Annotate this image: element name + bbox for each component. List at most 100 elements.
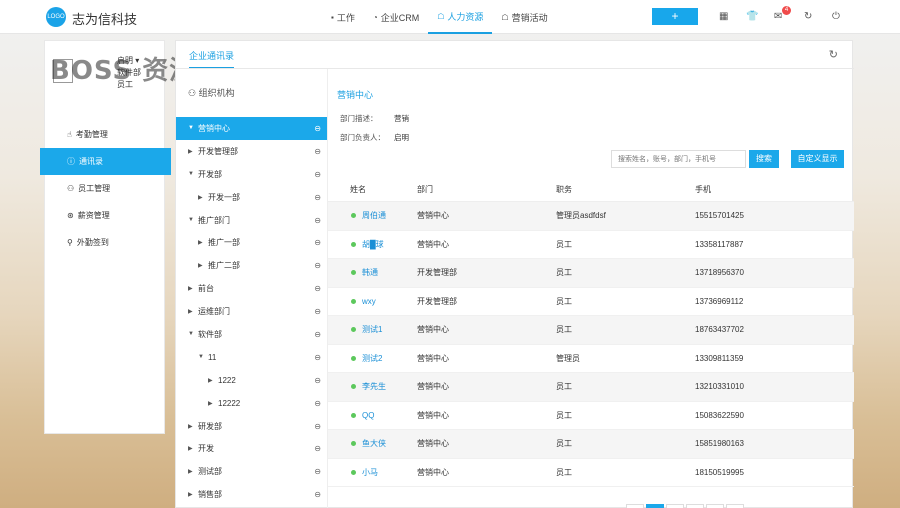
page-4[interactable] — [706, 504, 724, 508]
caret-right-icon[interactable]: ▶ — [198, 262, 208, 269]
tree-node[interactable]: ▼ 开发部 ⊖ — [176, 163, 327, 186]
mail-icon[interactable]: ✉ — [774, 10, 782, 24]
table-row[interactable]: 小马 营销中心 员工 18150519995 — [328, 459, 854, 487]
table-cell[interactable]: 小马 — [328, 467, 417, 478]
node-menu-icon[interactable]: ⊖ — [314, 444, 321, 453]
power-icon[interactable]: ⏻ — [832, 10, 840, 24]
tree-node[interactable]: ▶ 测试部 ⊖ — [176, 460, 327, 483]
caret-down-icon[interactable]: ▼ — [188, 171, 198, 177]
node-menu-icon[interactable]: ⊖ — [314, 284, 321, 293]
caret-right-icon[interactable]: ▶ — [188, 445, 198, 452]
nav-item-1[interactable]: ◔ 企业CRM — [364, 0, 428, 34]
node-menu-icon[interactable]: ⊖ — [314, 376, 321, 385]
add-button[interactable]: + — [652, 8, 698, 25]
table-row[interactable]: 李先生 营销中心 员工 13210331010 — [328, 373, 854, 402]
caret-down-icon[interactable]: ▼ — [188, 217, 198, 223]
node-menu-icon[interactable]: ⊖ — [314, 399, 321, 408]
node-menu-icon[interactable]: ⊖ — [314, 330, 321, 339]
caret-right-icon[interactable]: ▶ — [188, 491, 198, 498]
node-menu-icon[interactable]: ⊖ — [314, 261, 321, 270]
caret-right-icon[interactable]: ▶ — [188, 468, 198, 475]
tree-node[interactable]: ▼ 推广部门 ⊖ — [176, 209, 327, 232]
tree-node[interactable]: ▼ 软件部 ⊖ — [176, 323, 327, 346]
custom-display-button[interactable]: 自定义显示 — [791, 150, 844, 168]
table-cell[interactable]: 测试2 — [328, 353, 417, 364]
sidebar-item-3[interactable]: ⊛ 薪资管理 — [45, 202, 166, 229]
node-menu-icon[interactable]: ⊖ — [314, 422, 321, 431]
table-row[interactable]: 周伯通 营销中心 管理员asdfdsf 15515701425 — [328, 202, 854, 231]
nav-item-0[interactable]: ▪ 工作 — [322, 0, 364, 34]
contacts-table: 姓名 部门 职务 手机 周伯通 营销中心 管理员asdfdsf 15515701425 胡█球营… — [328, 178, 854, 487]
page-2[interactable] — [666, 504, 684, 508]
tree-node[interactable]: ▶ 推广二部 ⊖ — [176, 254, 327, 277]
table-cell[interactable]: 李先生 — [328, 381, 417, 392]
table-row[interactable]: 韩通 开发管理部 员工 13718956370 — [328, 259, 854, 288]
caret-right-icon[interactable]: ▶ — [188, 423, 198, 430]
table-cell[interactable]: 韩通 — [328, 267, 417, 278]
tree-node[interactable]: ▶ 开发管理部 ⊖ — [176, 140, 327, 163]
tree-node[interactable]: ▶ 运维部门 ⊖ — [176, 300, 327, 323]
node-menu-icon[interactable]: ⊖ — [314, 307, 321, 316]
page-3[interactable] — [686, 504, 704, 508]
page-next[interactable] — [726, 504, 744, 508]
sidebar-item-0[interactable]: ☝ 考勤管理 — [45, 121, 166, 148]
caret-right-icon[interactable]: ▶ — [188, 308, 198, 315]
node-menu-icon[interactable]: ⊖ — [314, 170, 321, 179]
node-menu-icon[interactable]: ⊖ — [314, 147, 321, 156]
node-menu-icon[interactable]: ⊖ — [314, 216, 321, 225]
table-row[interactable]: 鱼大侠 营销中心 员工 15851980163 — [328, 430, 854, 459]
node-menu-icon[interactable]: ⊖ — [314, 490, 321, 499]
caret-right-icon[interactable]: ▶ — [208, 377, 218, 384]
node-menu-icon[interactable]: ⊖ — [314, 193, 321, 202]
refresh-icon[interactable]: ↻ — [804, 10, 812, 24]
table-cell[interactable]: 胡█球 — [328, 239, 417, 250]
table-cell[interactable]: 周伯通 — [328, 210, 417, 221]
caret-down-icon[interactable]: ▼ — [188, 331, 198, 337]
node-menu-icon[interactable]: ⊖ — [314, 238, 321, 247]
tree-node[interactable]: ▶ 研发部 ⊖ — [176, 415, 327, 438]
table-row[interactable]: 胡█球 营销中心 员工 13358117887 — [328, 231, 854, 259]
sidebar-item-1[interactable]: ⓘ 通讯录 — [40, 148, 171, 175]
tree-node[interactable]: ▶ 销售部 ⊖ — [176, 483, 327, 506]
caret-right-icon[interactable]: ▶ — [188, 285, 198, 292]
caret-right-icon[interactable]: ▶ — [198, 194, 208, 201]
sidebar-item-4[interactable]: ⚲ 外勤签到 — [45, 229, 166, 256]
nav-item-2[interactable]: ☖ 人力资源 — [428, 0, 493, 34]
tree-node[interactable]: ▶ 1222 ⊖ — [176, 369, 327, 392]
table-row[interactable]: QQ 营销中心 员工 15083622590 — [328, 402, 854, 430]
page-prev[interactable] — [626, 504, 644, 508]
table-cell[interactable]: 鱼大侠 — [328, 438, 417, 449]
shirt-icon[interactable]: 👕 — [746, 10, 758, 24]
table-cell[interactable]: wxy — [328, 297, 417, 306]
qrcode-icon[interactable]: ▦ — [719, 10, 728, 24]
sidebar-item-2[interactable]: ⚇ 员工管理 — [45, 175, 166, 202]
page-1[interactable] — [646, 504, 664, 508]
tree-node[interactable]: ▼ 营销中心 ⊖ — [176, 117, 327, 140]
tree-node[interactable]: ▶ 前台 ⊖ — [176, 277, 327, 300]
caret-right-icon[interactable]: ▶ — [188, 148, 198, 155]
node-menu-icon[interactable]: ⊖ — [314, 467, 321, 476]
caret-right-icon[interactable]: ▶ — [208, 400, 218, 407]
company-logo[interactable]: LOGO — [46, 7, 66, 27]
caret-down-icon[interactable]: ▼ — [188, 125, 198, 131]
tree-node[interactable]: ▶ 推广一部 ⊖ — [176, 231, 327, 254]
node-menu-icon[interactable]: ⊖ — [314, 124, 321, 133]
table-cell: 15515701425 — [695, 211, 815, 220]
table-cell[interactable]: QQ — [328, 411, 417, 420]
nav-item-3[interactable]: ☖ 营销活动 — [492, 0, 556, 34]
table-cell[interactable]: 测试1 — [328, 324, 417, 335]
tree-node[interactable]: ▼ 11 ⊖ — [176, 346, 327, 369]
tree-node[interactable]: ▶ 开发 ⊖ — [176, 437, 327, 460]
table-row[interactable]: wxy 开发管理部 员工 13736969112 — [328, 288, 854, 316]
tab-contacts[interactable]: 企业通讯录 — [189, 49, 235, 69]
caret-right-icon[interactable]: ▶ — [198, 239, 208, 246]
search-input[interactable] — [611, 150, 746, 168]
tree-node[interactable]: ▶ 12222 ⊖ — [176, 392, 327, 415]
table-row[interactable]: 测试1 营销中心 员工 18763437702 — [328, 316, 854, 345]
tree-node[interactable]: ▶ 开发一部 ⊖ — [176, 186, 327, 209]
table-row[interactable]: 测试2 营销中心 管理员 13309811359 — [328, 345, 854, 373]
caret-down-icon[interactable]: ▼ — [198, 354, 208, 360]
node-menu-icon[interactable]: ⊖ — [314, 353, 321, 362]
reload-icon[interactable]: ↻ — [829, 48, 838, 61]
search-button[interactable]: 搜索 — [749, 150, 779, 168]
